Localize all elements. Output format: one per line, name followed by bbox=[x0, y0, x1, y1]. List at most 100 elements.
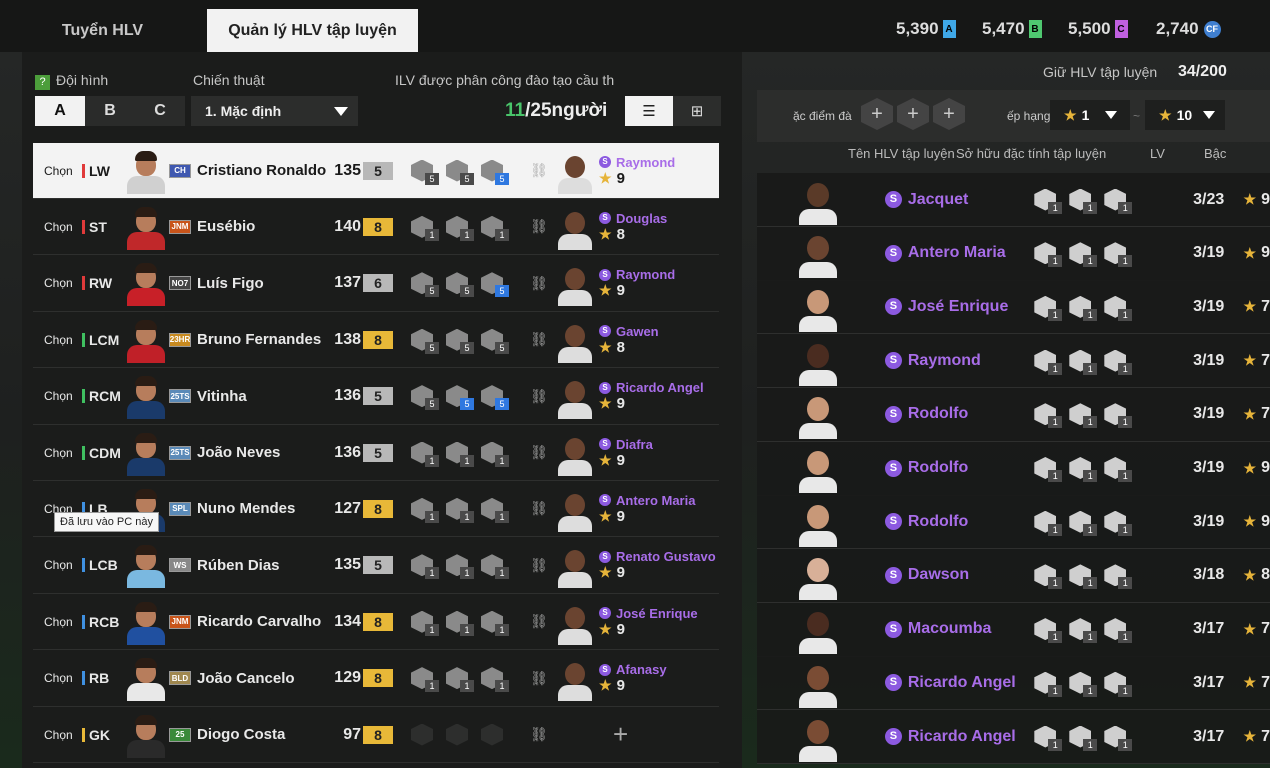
coach-name[interactable]: S Raymond bbox=[599, 155, 675, 170]
training-skill-icon[interactable]: 5 bbox=[481, 328, 509, 354]
training-trait-icon[interactable]: 1 bbox=[1069, 403, 1098, 429]
coach-row[interactable]: S Jacquet 1 1 1 3/23 ★ 9 bbox=[757, 173, 1270, 227]
training-skill-icon[interactable]: 1 bbox=[481, 215, 509, 241]
training-trait-icon[interactable]: 1 bbox=[1104, 725, 1133, 751]
training-trait-icon[interactable]: 1 bbox=[1034, 242, 1063, 268]
player-row[interactable]: Chọn LCM 23HR Bruno Fernandes 138 8 5 5 5 ⛓ S Gawen… bbox=[33, 312, 719, 369]
training-trait-icon[interactable]: 1 bbox=[1104, 403, 1133, 429]
coach-name[interactable]: S Antero Maria bbox=[599, 493, 695, 508]
add-trait-filter-2[interactable]: + bbox=[897, 98, 929, 130]
help-icon[interactable]: ? bbox=[35, 75, 50, 90]
link-icon[interactable]: ⛓ bbox=[525, 218, 553, 235]
select-label[interactable]: Chọn bbox=[44, 164, 82, 178]
training-trait-icon[interactable]: 1 bbox=[1069, 295, 1098, 321]
training-skill-icon[interactable]: 1 bbox=[411, 554, 439, 580]
formation-c-button[interactable]: C bbox=[135, 96, 185, 126]
training-skill-icon[interactable]: 1 bbox=[481, 610, 509, 636]
select-label[interactable]: Chọn bbox=[44, 615, 82, 629]
training-trait-icon[interactable]: 1 bbox=[1034, 295, 1063, 321]
training-trait-icon[interactable]: 1 bbox=[1034, 349, 1063, 375]
training-skill-icon[interactable]: 1 bbox=[446, 441, 474, 467]
training-skill-icon[interactable]: 5 bbox=[446, 328, 474, 354]
training-trait-icon[interactable]: 1 bbox=[1104, 618, 1133, 644]
player-row[interactable]: Chọn RW NO7 Luís Figo 137 6 5 5 5 ⛓ S Raymond ★ 9 bbox=[33, 256, 719, 312]
coach-name[interactable]: S Renato Gustavo bbox=[599, 549, 716, 564]
player-row[interactable]: Chọn CDM 25TS João Neves 136 5 1 1 1 ⛓ S Diafra ★ 9 bbox=[33, 425, 719, 481]
training-trait-icon[interactable]: 1 bbox=[1034, 457, 1063, 482]
training-skill-icon[interactable]: 5 bbox=[446, 272, 474, 298]
link-icon[interactable]: ⛓ bbox=[525, 162, 553, 179]
training-trait-icon[interactable]: 1 bbox=[1069, 671, 1098, 697]
formation-a-button[interactable]: A bbox=[35, 96, 85, 126]
training-skill-icon[interactable]: 1 bbox=[446, 215, 474, 241]
coach-row[interactable]: S Ricardo Angel 1 1 1 3/17 ★ 7 bbox=[757, 656, 1270, 711]
coach-row[interactable]: S Raymond 1 1 1 3/19 ★ 7 bbox=[757, 334, 1270, 389]
training-skill-icon[interactable]: 5 bbox=[446, 159, 474, 185]
player-row[interactable]: Chọn LCB WS Rúben Dias 135 5 1 1 1 ⛓ S Renato Gusta… bbox=[33, 538, 719, 594]
training-skill-icon[interactable]: 1 bbox=[481, 554, 509, 580]
training-trait-icon[interactable]: 1 bbox=[1034, 188, 1063, 214]
coach-row[interactable]: S Ricardo Angel 1 1 1 3/17 ★ 7 bbox=[757, 710, 1270, 764]
training-trait-icon[interactable]: 1 bbox=[1069, 510, 1098, 536]
tab-recruit-coach[interactable]: Tuyển HLV bbox=[0, 9, 205, 52]
training-trait-icon[interactable]: 1 bbox=[1069, 242, 1098, 268]
training-trait-icon[interactable]: 1 bbox=[1104, 510, 1133, 536]
training-skill-icon[interactable]: 5 bbox=[411, 272, 439, 298]
empty-skill-slot[interactable] bbox=[446, 723, 472, 746]
player-row[interactable]: Chọn RCM 25TS Vitinha 136 5 5 5 5 ⛓ S Ricardo Angel… bbox=[33, 369, 719, 425]
training-skill-icon[interactable]: 5 bbox=[481, 272, 509, 298]
training-trait-icon[interactable]: 1 bbox=[1034, 725, 1063, 751]
training-skill-icon[interactable]: 5 bbox=[481, 385, 509, 411]
training-trait-icon[interactable]: 1 bbox=[1034, 618, 1063, 644]
select-label[interactable]: Chọn bbox=[44, 558, 82, 572]
coach-row[interactable]: S Rodolfo 1 1 1 3/19 ★ 9 bbox=[757, 495, 1270, 550]
training-skill-icon[interactable]: 1 bbox=[446, 610, 474, 636]
training-trait-icon[interactable]: 1 bbox=[1104, 242, 1133, 268]
training-trait-icon[interactable]: 1 bbox=[1069, 564, 1098, 590]
coach-name[interactable]: S Afanasy bbox=[599, 662, 667, 677]
training-skill-icon[interactable]: 1 bbox=[411, 215, 439, 241]
link-icon[interactable]: ⛓ bbox=[525, 557, 553, 574]
training-skill-icon[interactable]: 1 bbox=[446, 554, 474, 580]
add-coach-button[interactable]: + bbox=[613, 719, 628, 750]
coach-row[interactable]: S Dawson 1 1 1 3/18 ★ 8 bbox=[757, 548, 1270, 603]
coach-name[interactable]: S Raymond bbox=[599, 267, 675, 282]
player-row[interactable]: Chọn RB BLD João Cancelo 129 8 1 1 1 ⛓ S Afanasy ★ 9 bbox=[33, 651, 719, 707]
training-skill-icon[interactable]: 1 bbox=[411, 667, 439, 693]
training-skill-icon[interactable]: 1 bbox=[411, 441, 439, 467]
training-skill-icon[interactable]: 1 bbox=[446, 497, 474, 523]
select-label[interactable]: Chọn bbox=[44, 728, 82, 742]
training-skill-icon[interactable]: 5 bbox=[411, 159, 439, 185]
training-trait-icon[interactable]: 1 bbox=[1104, 564, 1133, 590]
training-skill-icon[interactable]: 5 bbox=[411, 328, 439, 354]
player-row[interactable]: Chọn ST JNM Eusébio 140 8 1 1 1 ⛓ S Douglas ★ 8 bbox=[33, 199, 719, 256]
training-trait-icon[interactable]: 1 bbox=[1034, 510, 1063, 536]
select-label[interactable]: Chọn bbox=[44, 389, 82, 403]
training-trait-icon[interactable]: 1 bbox=[1104, 295, 1133, 321]
list-view-button[interactable]: ☰ bbox=[625, 96, 673, 126]
coach-name[interactable]: S Diafra bbox=[599, 437, 653, 452]
empty-skill-slot[interactable] bbox=[481, 723, 507, 746]
training-trait-icon[interactable]: 1 bbox=[1069, 725, 1098, 751]
link-icon[interactable]: ⛓ bbox=[525, 726, 553, 743]
training-trait-icon[interactable]: 1 bbox=[1104, 349, 1133, 375]
coach-row[interactable]: S Rodolfo 1 1 1 3/19 ★ 7 bbox=[757, 387, 1270, 442]
training-trait-icon[interactable]: 1 bbox=[1034, 564, 1063, 590]
coach-row[interactable]: S Antero Maria 1 1 1 3/19 ★ 9 bbox=[757, 226, 1270, 281]
link-icon[interactable]: ⛓ bbox=[525, 670, 553, 687]
tab-manage-coach[interactable]: Quản lý HLV tập luyện bbox=[207, 9, 418, 52]
coach-row[interactable]: S Macoumba 1 1 1 3/17 ★ 7 bbox=[757, 602, 1270, 657]
add-trait-filter-1[interactable]: + bbox=[861, 98, 893, 130]
training-skill-icon[interactable]: 5 bbox=[446, 385, 474, 411]
link-icon[interactable]: ⛓ bbox=[525, 613, 553, 630]
training-trait-icon[interactable]: 1 bbox=[1069, 618, 1098, 644]
training-trait-icon[interactable]: 1 bbox=[1034, 671, 1063, 697]
coach-name[interactable]: S Ricardo Angel bbox=[599, 380, 704, 395]
player-row[interactable]: Chọn RCB JNM Ricardo Carvalho 134 8 1 1 1 ⛓ S José … bbox=[33, 594, 719, 651]
select-label[interactable]: Chọn bbox=[44, 276, 82, 290]
training-trait-icon[interactable]: 1 bbox=[1104, 188, 1133, 214]
training-skill-icon[interactable]: 1 bbox=[411, 610, 439, 636]
player-row[interactable]: Chọn LW CH Cristiano Ronaldo 135 5 5 5 5 ⛓ S Raymon… bbox=[33, 143, 719, 199]
add-trait-filter-3[interactable]: + bbox=[933, 98, 965, 130]
coach-name[interactable]: S Gawen bbox=[599, 324, 659, 339]
